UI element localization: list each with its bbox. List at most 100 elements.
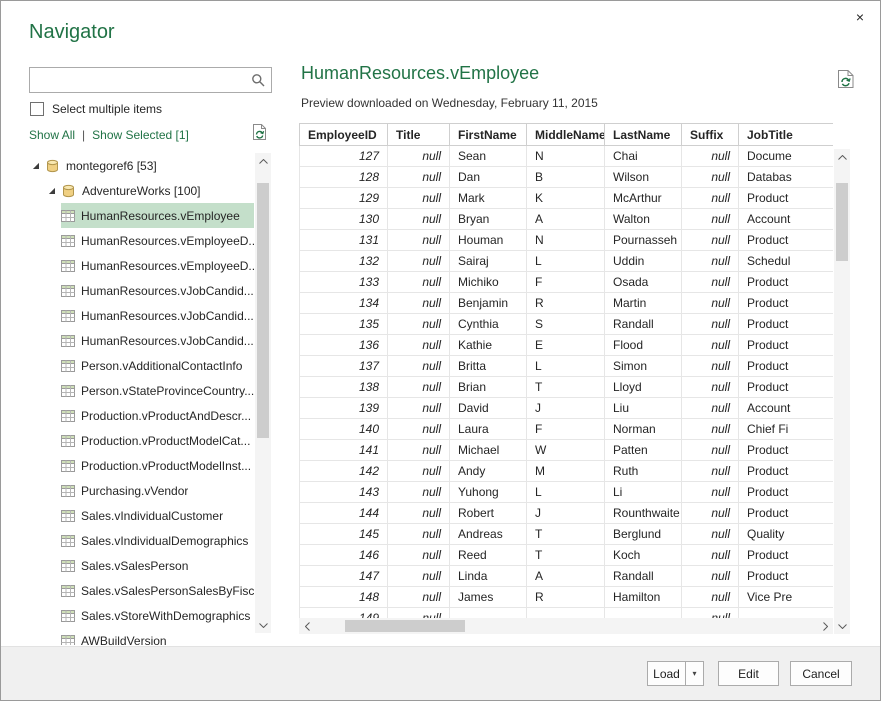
table-cell: null [388,524,450,545]
tree-item-view[interactable]: ◢Sales.vStoreWithDemographics [61,603,254,628]
table-cell: null [682,503,739,524]
preview-hscroll-track[interactable] [315,618,817,634]
table-cell: null [682,608,739,619]
column-header-jobtitle: JobTitle [739,124,834,146]
tree-item-label: HumanResources.vEmployee [81,209,240,223]
tree-item-view[interactable]: ◢HumanResources.vJobCandid... [61,303,254,328]
table-cell [527,608,605,619]
table-cell: J [527,398,605,419]
table-cell: null [682,377,739,398]
table-cell: Vice Pre [739,587,834,608]
load-dropdown-button[interactable]: ▾ [685,661,704,686]
search-icon[interactable] [245,68,271,92]
tree-item-view[interactable]: ◢HumanResources.vEmployeeD... [61,228,254,253]
table-cell: T [527,545,605,566]
close-icon[interactable]: × [850,7,870,27]
tree-item-view[interactable]: ◢Purchasing.vVendor [61,478,254,503]
table-cell: A [527,566,605,587]
preview-hscroll-thumb[interactable] [345,620,465,632]
tree-item-view[interactable]: ◢HumanResources.vJobCandid... [61,278,254,303]
search-input[interactable] [30,68,245,92]
table-cell: Britta [450,356,527,377]
tree-item-view[interactable]: ◢Person.vStateProvinceCountry... [61,378,254,403]
table-cell: Product [739,566,834,587]
table-cell: Yuhong [450,482,527,503]
table-cell: M [527,461,605,482]
tree-item-view[interactable]: ◢Sales.vSalesPerson [61,553,254,578]
table-cell: 135 [300,314,388,335]
table-row: 129nullMarkKMcArthurnullProduct [300,188,834,209]
tree-scroll-thumb[interactable] [257,183,269,438]
scroll-up-icon[interactable] [255,153,271,169]
expand-triangle-icon[interactable]: ◢ [31,161,41,170]
table-cell: Walton [605,209,682,230]
table-row: 145nullAndreasTBerglundnullQuality [300,524,834,545]
tree-item-label: Purchasing.vVendor [81,484,188,498]
table-cell: null [682,146,739,167]
tree-item-view[interactable]: ◢HumanResources.vJobCandid... [61,328,254,353]
tree-item-view[interactable]: ◢AWBuildVersion [61,628,254,645]
preview-vscroll-track[interactable] [834,165,850,618]
scroll-left-icon[interactable] [299,618,315,634]
refresh-icon[interactable] [252,123,268,146]
table-cell: Randall [605,566,682,587]
table-cell: null [682,356,739,377]
table-cell: Robert [450,503,527,524]
edit-button[interactable]: Edit [718,661,779,686]
table-view-icon [61,560,76,572]
cancel-button[interactable]: Cancel [790,661,852,686]
preview-horizontal-scrollbar[interactable] [299,618,833,634]
table-cell: 131 [300,230,388,251]
show-all-link[interactable]: Show All [29,128,75,142]
tree-scrollbar[interactable] [255,153,271,633]
tree-item-database[interactable]: ◢AdventureWorks [100] [47,178,254,203]
select-multiple-checkbox[interactable] [30,102,44,116]
table-cell: 136 [300,335,388,356]
tree-item-view[interactable]: ◢HumanResources.vEmployeeD... [61,253,254,278]
table-view-icon [61,585,76,597]
tree-item-view[interactable]: ◢Sales.vIndividualDemographics [61,528,254,553]
table-cell: Product [739,272,834,293]
preview-vertical-scrollbar[interactable] [834,149,850,634]
table-cell: James [450,587,527,608]
tree-item-view[interactable]: ◢Sales.vIndividualCustomer [61,503,254,528]
scroll-up-icon[interactable] [834,149,850,165]
show-selected-link[interactable]: Show Selected [1] [92,128,189,142]
tree-item-view[interactable]: ◢Production.vProductModelInst... [61,453,254,478]
table-cell: J [527,503,605,524]
table-cell: null [388,566,450,587]
tree-item-view[interactable]: ◢Production.vProductModelCat... [61,428,254,453]
table-cell: Product [739,188,834,209]
search-box [29,67,272,93]
table-cell: null [682,419,739,440]
table-cell: Chief Fi [739,419,834,440]
tree-item-server[interactable]: ◢montegoref6 [53] [31,153,254,178]
preview-refresh-icon[interactable] [837,69,855,94]
table-view-icon [61,260,76,272]
expand-triangle-icon[interactable]: ◢ [47,186,57,195]
tree-item-label: AWBuildVersion [81,634,167,646]
table-cell: null [388,230,450,251]
scroll-down-icon[interactable] [834,618,850,634]
table-view-icon [61,485,76,497]
tree-item-view[interactable]: ◢HumanResources.vEmployee [61,203,254,228]
table-cell: 134 [300,293,388,314]
tree-scroll-track[interactable] [255,169,271,617]
table-cell: Account [739,209,834,230]
table-cell: null [682,482,739,503]
scroll-right-icon[interactable] [817,618,833,634]
load-button[interactable]: Load [647,661,686,686]
table-cell: Product [739,293,834,314]
table-view-icon [61,310,76,322]
tree-item-view[interactable]: ◢Sales.vSalesPersonSalesByFisc... [61,578,254,603]
table-cell: 148 [300,587,388,608]
tree-item-view[interactable]: ◢Production.vProductAndDescr... [61,403,254,428]
table-cell: null [682,545,739,566]
preview-vscroll-thumb[interactable] [836,183,848,261]
tree-item-view[interactable]: ◢Person.vAdditionalContactInfo [61,353,254,378]
table-row: 147nullLindaARandallnullProduct [300,566,834,587]
scroll-down-icon[interactable] [255,617,271,633]
table-view-icon [61,610,76,622]
table-cell: Dan [450,167,527,188]
table-cell: null [388,146,450,167]
